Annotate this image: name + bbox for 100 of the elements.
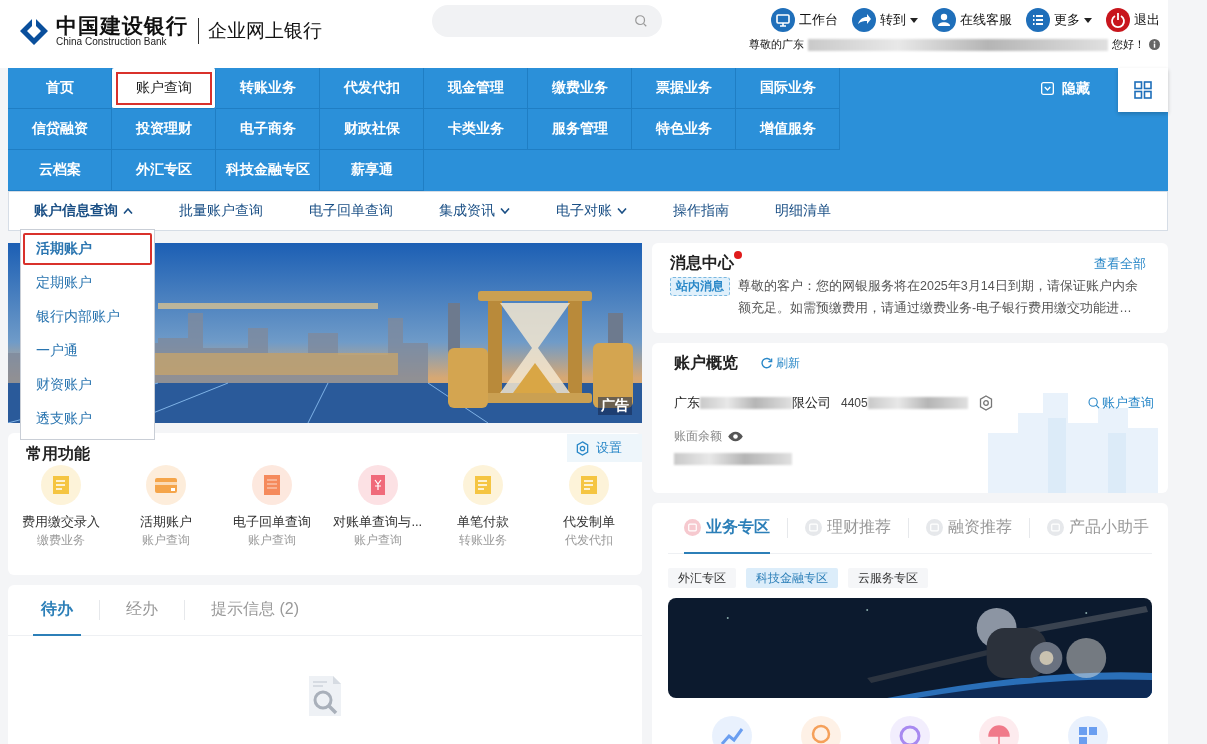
greeting-text: 您好！ xyxy=(1112,37,1145,52)
refresh-button[interactable]: 刷新 xyxy=(760,355,800,372)
grid-icon[interactable] xyxy=(1067,716,1108,744)
toolbar-button[interactable]: 转到 xyxy=(852,8,918,32)
function-category: 代发代扣 xyxy=(565,533,614,548)
nav-tab[interactable]: 投资理财 xyxy=(112,109,216,150)
ring-icon[interactable] xyxy=(890,716,930,744)
nav-tab[interactable]: 账户查询 xyxy=(112,68,216,109)
tab[interactable]: 提示信息 (2) xyxy=(203,585,307,636)
filter-chip[interactable]: 云服务专区 xyxy=(848,568,928,588)
hide-toggle[interactable]: 隐藏 xyxy=(1041,68,1090,109)
account-name: 广东 xyxy=(674,394,700,412)
section-title: 消息中心 xyxy=(670,254,734,271)
tab[interactable]: 融资推荐 xyxy=(926,503,1012,554)
sub-nav-link[interactable]: 批量账户查询 xyxy=(179,202,263,220)
tab-icon xyxy=(926,519,943,536)
menu-item[interactable]: 银行内部账户 xyxy=(22,300,153,334)
settings-icon[interactable] xyxy=(977,395,994,411)
menu-item[interactable]: 透支账户 xyxy=(22,402,153,436)
power-icon xyxy=(1106,8,1130,32)
person-icon xyxy=(932,8,956,32)
chevron-up-icon xyxy=(123,208,133,214)
function-shortcut[interactable]: 单笔付款 xyxy=(457,513,510,531)
function-category: 转账业务 xyxy=(459,533,508,548)
menu-item[interactable]: 定期账户 xyxy=(22,266,153,300)
sub-nav-link[interactable]: 账户信息查询 xyxy=(34,202,133,220)
function-shortcut[interactable]: 费用缴交录入 xyxy=(21,513,100,531)
menu-item[interactable]: 活期账户 xyxy=(22,232,153,266)
nav-tab[interactable]: 信贷融资 xyxy=(8,109,112,150)
nav-tab[interactable]: 电子商务 xyxy=(216,109,320,150)
caret-icon xyxy=(910,17,918,23)
sub-nav-link[interactable]: 电子对账 xyxy=(556,202,627,220)
nav-tab[interactable]: 增值服务 xyxy=(736,109,840,150)
chevron-down-icon xyxy=(500,208,510,214)
search-field[interactable] xyxy=(432,5,662,37)
monitor-icon xyxy=(771,8,795,32)
function-category: 账户查询 xyxy=(248,533,297,548)
app-grid-button[interactable] xyxy=(1118,68,1168,112)
ad-label: 广告 xyxy=(598,397,632,415)
nav-tab[interactable]: 国际业务 xyxy=(736,68,840,109)
function-shortcut[interactable]: 活期账户 xyxy=(140,513,193,531)
function-shortcut[interactable]: 代发制单 xyxy=(563,513,616,531)
section-title: 账户概览 xyxy=(674,353,738,373)
bill-icon[interactable] xyxy=(357,465,398,505)
info-icon xyxy=(1149,39,1160,50)
settings-button[interactable]: 设置 xyxy=(567,434,642,462)
message-text[interactable]: 尊敬的客户：您的网银服务将在2025年3月14日到期，请保证账户内余额充足。如需预缴费用，请通过缴费业务-电子银行费用缴交功能进… xyxy=(738,275,1146,319)
tab-icon xyxy=(684,519,701,536)
message-tag: 站内消息 xyxy=(670,277,730,296)
sub-nav-link[interactable]: 电子回单查询 xyxy=(309,202,393,220)
tab[interactable]: 理财推荐 xyxy=(805,503,891,554)
umbrella-icon[interactable] xyxy=(978,716,1019,744)
account-query-link[interactable]: 账户查询 xyxy=(1088,394,1154,412)
eye-icon[interactable] xyxy=(727,431,744,442)
chart-icon[interactable] xyxy=(712,716,753,744)
toolbar-button[interactable]: 在线客服 xyxy=(932,8,1012,32)
tab[interactable]: 待办 xyxy=(33,585,81,636)
sub-nav-link[interactable]: 操作指南 xyxy=(673,202,729,220)
refresh-icon xyxy=(760,357,773,370)
view-all-link[interactable]: 查看全部 xyxy=(1094,254,1146,273)
receipt-icon[interactable] xyxy=(252,465,293,505)
tab[interactable]: 经办 xyxy=(118,585,166,636)
search-icon xyxy=(1088,397,1100,409)
function-shortcut[interactable]: 电子回单查询 xyxy=(233,513,312,531)
nav-tab[interactable]: 转账业务 xyxy=(216,68,320,109)
document-icon[interactable] xyxy=(463,465,504,505)
grid-icon xyxy=(1134,81,1152,99)
nav-tab[interactable]: 特色业务 xyxy=(632,109,736,150)
document-icon[interactable] xyxy=(40,465,81,505)
toolbar-button[interactable]: 工作台 xyxy=(771,8,838,32)
nav-tab[interactable]: 财政社保 xyxy=(320,109,424,150)
toolbar-button[interactable]: 更多 xyxy=(1026,8,1092,32)
function-category: 缴费业务 xyxy=(36,533,85,548)
balance-label: 账面余额 xyxy=(674,428,722,445)
tab-icon xyxy=(805,519,822,536)
nav-tab[interactable]: 缴费业务 xyxy=(528,68,632,109)
bank-logo-icon xyxy=(18,15,50,47)
bank-name-english: China Construction Bank xyxy=(56,37,167,47)
menu-item[interactable]: 财资账户 xyxy=(22,368,153,402)
nav-tab[interactable]: 代发代扣 xyxy=(320,68,424,109)
nav-tab[interactable]: 现金管理 xyxy=(424,68,528,109)
menu-item[interactable]: 一户通 xyxy=(22,334,153,368)
function-shortcut[interactable]: 对账单查询与... xyxy=(333,513,423,531)
nav-tab[interactable]: 卡类业务 xyxy=(424,109,528,150)
caret-icon xyxy=(1084,17,1092,23)
tab[interactable]: 产品小助手 xyxy=(1047,503,1149,554)
document-icon[interactable] xyxy=(569,465,610,505)
sub-nav-link[interactable]: 明细清单 xyxy=(775,202,831,220)
coin-icon[interactable] xyxy=(801,716,842,744)
product-name: 企业网上银行 xyxy=(198,18,322,44)
bank-name: 中国建设银行 xyxy=(56,15,188,36)
function-category: 账户查询 xyxy=(353,533,402,548)
tab[interactable]: 业务专区 xyxy=(684,503,770,554)
nav-tab[interactable]: 票据业务 xyxy=(632,68,736,109)
nav-tab[interactable]: 服务管理 xyxy=(528,109,632,150)
card-icon[interactable] xyxy=(146,465,187,505)
filter-chip[interactable]: 科技金融专区 xyxy=(746,568,838,588)
filter-chip[interactable]: 外汇专区 xyxy=(668,568,736,588)
sub-nav-link[interactable]: 集成资讯 xyxy=(439,202,510,220)
toolbar-button[interactable]: 退出 xyxy=(1106,8,1160,32)
